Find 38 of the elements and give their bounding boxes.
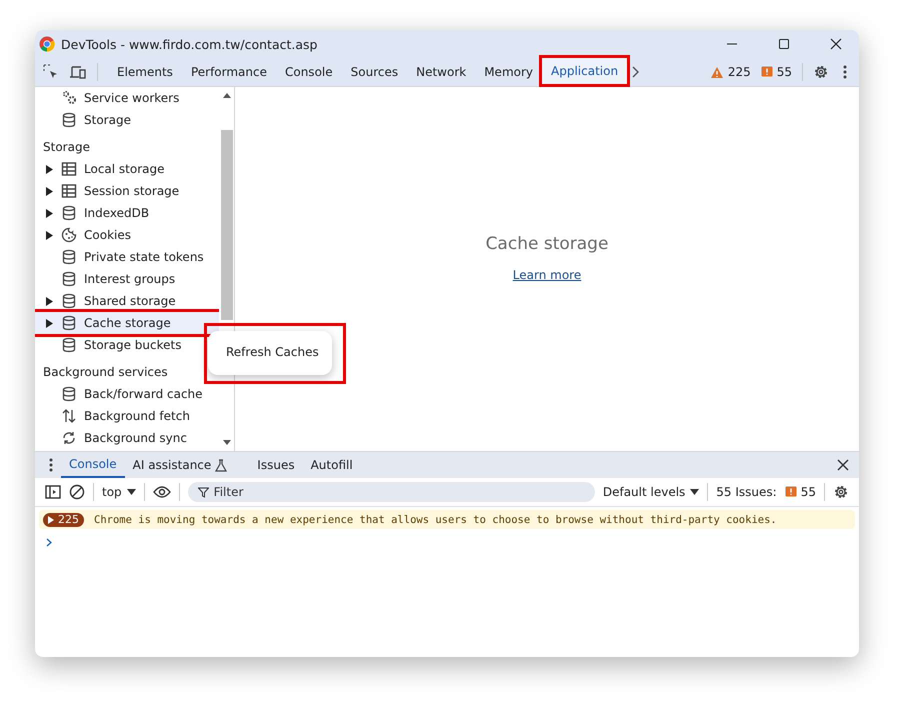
drawer-tab[interactable]: AI assistance bbox=[124, 452, 220, 478]
sidebar-item[interactable]: Private state tokens bbox=[35, 246, 219, 268]
sidebar-item[interactable]: Cache storage bbox=[35, 312, 219, 334]
sidebar-item[interactable]: Back/forward cache bbox=[35, 383, 219, 405]
context-dropdown[interactable]: top bbox=[102, 485, 136, 499]
message-text: Chrome is moving towards a new experience that allows users to choose to browse without third-party cookies. bbox=[94, 514, 777, 526]
learn-more-link[interactable]: Learn more bbox=[512, 268, 582, 282]
sidebar-item[interactable]: Storage bbox=[35, 109, 219, 131]
window-title: DevTools - www.firdo.com.tw/contact.asp bbox=[61, 36, 318, 52]
section-heading: Background services bbox=[42, 364, 169, 381]
section-heading: Storage bbox=[42, 139, 91, 156]
panel-tab[interactable]: Console bbox=[276, 58, 342, 86]
filter-field[interactable]: Filter bbox=[188, 482, 595, 502]
sidebar-item[interactable]: Background fetch bbox=[35, 405, 219, 427]
sidebar-item[interactable]: Local storage bbox=[35, 158, 219, 180]
repeat-count-badge[interactable]: 225 bbox=[43, 512, 84, 526]
sidebar-item[interactable]: Shared storage bbox=[35, 290, 219, 312]
warning-count[interactable]: 225 bbox=[728, 65, 751, 79]
panel-tab[interactable]: Sources bbox=[342, 58, 408, 86]
panel-title: Cache storage bbox=[486, 234, 608, 254]
sidebar-item[interactable]: IndexedDB bbox=[35, 202, 219, 224]
panel-tab[interactable]: Application bbox=[542, 58, 628, 86]
sidebar-item[interactable]: Background sync bbox=[35, 427, 219, 449]
sidebar-item[interactable]: Interest groups bbox=[35, 268, 219, 290]
drawer-tab[interactable]: Console bbox=[61, 452, 125, 478]
drawer-tab[interactable]: Issues bbox=[249, 452, 303, 478]
sidebar-item[interactable]: Cookies bbox=[35, 224, 219, 246]
sidebar-item[interactable]: Session storage bbox=[35, 180, 219, 202]
panel-tab[interactable]: Performance bbox=[182, 58, 276, 86]
log-levels-dropdown[interactable]: Default levels bbox=[602, 485, 700, 499]
sidebar-item[interactable]: Service workers bbox=[35, 87, 219, 109]
issues-label: 55 Issues: bbox=[716, 485, 777, 499]
drawer-tab[interactable]: Autofill bbox=[302, 452, 361, 478]
panel-tab[interactable]: Elements bbox=[108, 58, 182, 86]
panel-tab[interactable]: Network bbox=[407, 58, 476, 86]
issue-count[interactable]: 55 bbox=[800, 485, 816, 499]
panel-tab[interactable]: Memory bbox=[475, 58, 542, 86]
issue-count[interactable]: 55 bbox=[776, 65, 792, 79]
